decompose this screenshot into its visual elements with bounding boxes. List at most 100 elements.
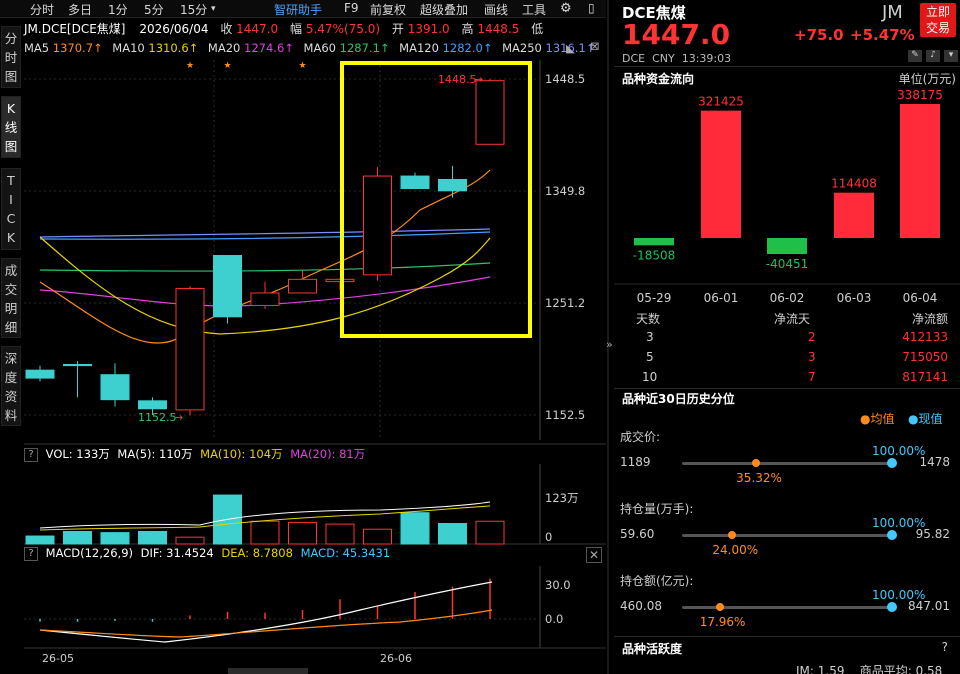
vol-ma5: MA(5): 110万 (117, 447, 193, 461)
x-label: 26-06 (380, 652, 412, 665)
moving-average-lines (39, 169, 491, 344)
flow-table-row: 5 3 715050 (614, 348, 960, 368)
flow-col-net-amount: 净流额 (911, 312, 948, 326)
flow-table-header: 天数 净流天 净流额 (614, 308, 960, 328)
high-annotation: 1448.5 (438, 73, 477, 86)
macd-close-icon[interactable]: ✕ (586, 547, 602, 563)
hist-current-marker (887, 458, 897, 468)
hist-max: 847.01 (908, 599, 950, 613)
hist-avg-marker (728, 531, 737, 539)
quote-meta: DCE CNY 13:39:03 (622, 52, 732, 65)
x-label: 26-05 (42, 652, 74, 665)
hist-min: 59.60 (620, 527, 655, 541)
macd-bars (39, 578, 491, 622)
candle-body (363, 175, 392, 276)
edit-icon[interactable]: ✎ (908, 50, 922, 62)
volume-header: ? VOL: 133万 MA(5): 110万 MA(10): 104万 MA(… (24, 446, 365, 464)
trade-now-label: 立即交易 (925, 5, 950, 35)
hist-label: 持仓额(亿元): (620, 574, 694, 588)
signal-star-icon: ★ (186, 61, 194, 71)
low-annotation: 1152.5 (138, 411, 177, 424)
price-change-pct: +5.47% (850, 26, 915, 44)
price-tick: 1448.5 (545, 72, 585, 86)
candle-body (400, 175, 430, 190)
candle-body (438, 178, 467, 192)
price-tick: 1152.5 (545, 408, 585, 422)
hist-current-pct: 100.00% (872, 444, 926, 458)
divider (614, 66, 960, 67)
flow-value-label: 338175 (897, 88, 943, 102)
candle-body (250, 292, 280, 306)
more-icon[interactable]: ▾ (944, 50, 958, 62)
legend-current: ●现值 (908, 412, 943, 426)
macd-title: MACD(12,26,9) (45, 546, 133, 560)
price-tick: 1349.8 (545, 184, 585, 198)
candle-body (288, 278, 317, 294)
volume-bar (475, 520, 505, 545)
flow-days: 5 (646, 350, 654, 364)
right-info-panel: DCE焦煤 JM 立即交易 1447.0 +75.0 +5.47% DCE CN… (614, 0, 960, 674)
activity-help-icon[interactable]: ? (942, 640, 948, 654)
candle-body (175, 287, 205, 411)
candle-body (475, 80, 505, 145)
hist-track (682, 606, 892, 609)
flow-days: 10 (642, 370, 658, 384)
divider (614, 388, 960, 389)
flow-date: 06-02 (770, 291, 805, 305)
flow-col-days: 天数 (636, 312, 661, 326)
flow-net-amount: 817141 (902, 370, 948, 384)
hist-avg-pct: 24.00% (712, 543, 759, 557)
volume-bar (250, 520, 280, 545)
vol-tick: 123万 (545, 491, 578, 505)
hist-avg-marker (752, 459, 761, 467)
ma5-line (39, 169, 491, 344)
macd-tick: 30.0 (545, 578, 571, 592)
volume-bar (138, 530, 167, 545)
trade-now-button[interactable]: 立即交易 (920, 3, 956, 37)
hist-label: 持仓量(万手): (620, 502, 694, 516)
candle-body (213, 255, 242, 318)
flow-value-label: -40451 (766, 257, 809, 271)
vol-tick: 0 (545, 530, 552, 544)
volume-bar (438, 523, 467, 545)
hist-current-marker (887, 530, 897, 540)
last-price: 1447.0 (622, 18, 731, 51)
hist-title: 品种近30日历史分位 (622, 392, 735, 406)
hist-avg-pct: 35.32% (736, 471, 782, 485)
fund-flow-unit: 单位(万元) (898, 72, 956, 86)
help-icon[interactable]: ? (24, 546, 38, 561)
flow-date: 06-03 (837, 291, 872, 305)
dea-line (39, 609, 493, 638)
hist-current-marker (887, 602, 897, 612)
flow-date: 05-29 (637, 291, 672, 305)
hist-label: 成交价: (620, 430, 661, 444)
activity-preview: JM: 1.59 商品平均: 0.58 (796, 664, 943, 674)
candle-body (138, 400, 167, 410)
kline-chart[interactable]: 1448.5 1349.8 1251.2 1152.5 ★ ★ ★ 1448.5 →… (0, 0, 610, 674)
flow-table-row: 10 7 817141 (614, 368, 960, 388)
flow-bar (701, 110, 741, 238)
ma60-line (39, 262, 491, 272)
volume-bar (400, 512, 430, 545)
fund-flow-chart: -18508 321425 -40451 114408 338175 05-29 06-… (614, 88, 960, 305)
flow-net-days: 7 (808, 370, 816, 384)
price-tick: 1251.2 (545, 296, 585, 310)
candle-body (63, 363, 92, 367)
volume-bars (25, 494, 505, 545)
volume-bar (25, 535, 55, 545)
flow-col-net-days: 净流天 (774, 312, 811, 326)
dea-value: DEA: 8.7808 (221, 546, 293, 560)
dif-line (39, 581, 493, 643)
help-icon[interactable]: ? (24, 447, 38, 462)
horizontal-scrollbar[interactable] (228, 668, 308, 674)
flow-net-amount: 412133 (902, 330, 948, 344)
collapse-panel-icon[interactable]: » (606, 338, 614, 351)
hist-min: 1189 (620, 455, 651, 469)
hist-track (682, 462, 892, 465)
hist-avg-pct: 17.96% (699, 615, 746, 629)
macd-header: ? MACD(12,26,9) DIF: 31.4524 DEA: 8.7808… (24, 546, 390, 564)
divider (614, 636, 960, 637)
flow-value-label: 114408 (831, 177, 877, 191)
bell-icon[interactable]: ♪ (926, 50, 940, 62)
candle-body (25, 369, 55, 379)
